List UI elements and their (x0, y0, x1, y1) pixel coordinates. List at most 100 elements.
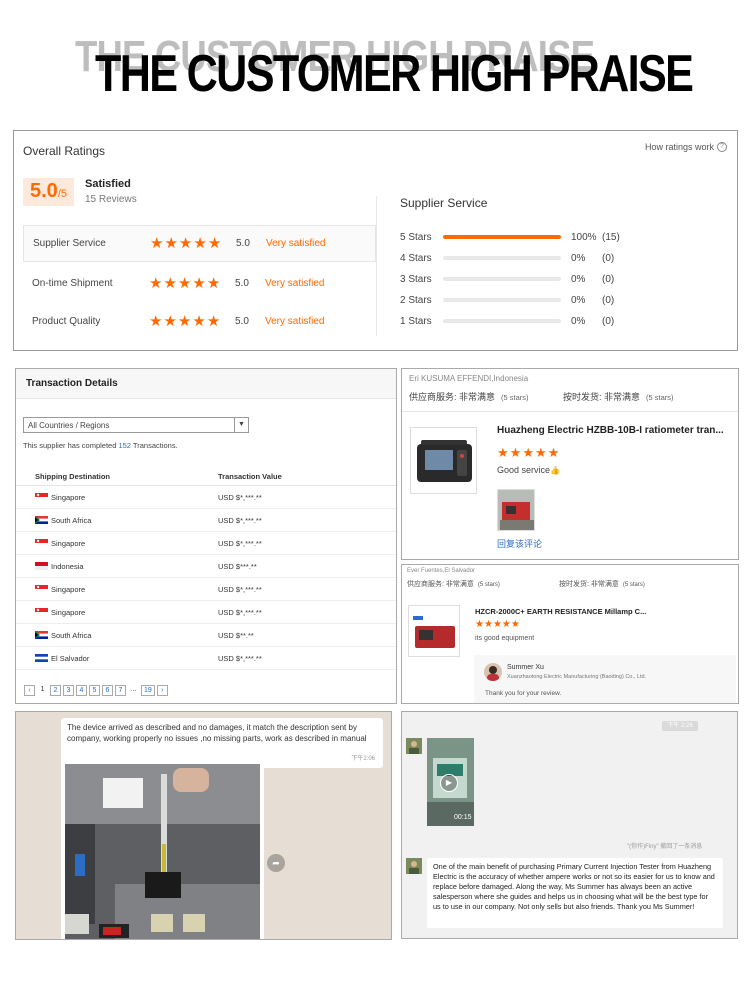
pagination: ‹ 1 2 3 4 5 6 7... 19 › (24, 685, 168, 696)
avatar[interactable] (406, 858, 422, 874)
region-select[interactable]: All Countries / Regions ▼ (23, 417, 249, 433)
review-card-1: Eri KUSUMA EFFENDI,Indonesia 供应商服务: 非常满意… (401, 368, 739, 560)
table-row: Singapore USD $*,***.** (16, 486, 396, 509)
lab-test-photo-icon (65, 764, 260, 939)
star-icon: ★ (150, 235, 164, 252)
distribution-title: Supplier Service (400, 196, 488, 210)
page-prev[interactable]: ‹ (24, 685, 35, 696)
country-name: South Africa (51, 631, 92, 640)
page-1[interactable]: 1 (37, 685, 48, 696)
chat-screenshot-2: 下午 2:26 ▶ 00:15 "(你作)Finy" 撤回了一条消息 One o… (401, 711, 738, 939)
chat-photo[interactable] (61, 760, 264, 939)
hero-banner: THE CUSTOMER HIGH PRAISE THE CUSTOMER HI… (0, 30, 750, 103)
forward-icon[interactable]: ➦ (267, 854, 285, 872)
page-7[interactable]: 7 (115, 685, 126, 696)
distribution-count: (0) (602, 294, 615, 306)
distribution-row-4: 4 Stars 0% (0) (400, 251, 614, 265)
review-comment: its good equipment (475, 635, 535, 642)
page-19[interactable]: 19 (141, 685, 155, 696)
chat-message-text: The device arrived as described and no d… (67, 723, 367, 743)
flag-el-salvador-icon (35, 654, 48, 662)
review-comment: Good service👍 (497, 465, 560, 475)
star-icon: ★ (192, 275, 206, 292)
avatar[interactable] (406, 738, 422, 754)
country-name: El Salvador (51, 654, 90, 663)
transaction-amount: USD $*,***.** (218, 654, 262, 663)
rating-row-on-time-shipment[interactable]: On-time Shipment ★ ★ ★ ★ ★ 5.0 Very satisfie… (23, 265, 376, 302)
time-pill: 下午 2:26 (662, 721, 698, 731)
page-3[interactable]: 3 (63, 685, 74, 696)
rating-label: Supplier Service (33, 238, 106, 249)
flag-singapore-icon (35, 539, 48, 547)
table-row: South Africa USD $**.** (16, 624, 396, 647)
country-name: Indonesia (51, 562, 84, 571)
rating-label: Product Quality (32, 316, 101, 327)
rating-row-product-quality[interactable]: Product Quality ★ ★ ★ ★ ★ 5.0 Very satisfied (23, 303, 376, 340)
overall-ratings-panel: Overall Ratings How ratings work ? 5.0 /… (13, 130, 738, 351)
distribution-label: 1 Stars (400, 315, 432, 327)
distribution-bar-fill (443, 235, 561, 239)
star-rating: ★ ★ ★ ★ ★ (149, 314, 235, 329)
how-ratings-label: How ratings work (644, 142, 714, 152)
table-row: Indonesia USD $***.** (16, 555, 396, 578)
star-icon: ★ (149, 275, 163, 292)
thumbs-up-icon: 👍 (550, 466, 560, 475)
table-row: Singapore USD $*,***.** (16, 532, 396, 555)
how-ratings-work-link[interactable]: How ratings work ? (645, 142, 727, 152)
meta-stars: (5 stars) (646, 393, 674, 402)
review-product-title[interactable]: Huazheng Electric HZBB-10B-I ratiometer … (497, 425, 733, 436)
rating-row-supplier-service[interactable]: Supplier Service ★ ★ ★ ★ ★ 5.0 Very satisfie… (23, 225, 376, 262)
distribution-row-5: 5 Stars 100% (15) (400, 230, 620, 244)
distribution-label: 2 Stars (400, 294, 432, 306)
star-icon: ★ (206, 275, 221, 292)
region-select-value: All Countries / Regions (28, 421, 110, 430)
star-icon: ★ (534, 445, 547, 460)
satisfaction-level: Satisfied (85, 178, 131, 190)
page-next[interactable]: › (156, 685, 168, 696)
meta-stars: (5 stars) (622, 582, 645, 588)
distribution-bar (443, 256, 561, 260)
message-time: 下午2:06 (351, 756, 375, 762)
reply-text: Thank you for your review. (485, 690, 562, 697)
score-badge: 5.0 /5 (23, 178, 74, 206)
page-6[interactable]: 6 (102, 685, 113, 696)
flag-indonesia-icon (35, 562, 48, 570)
country-name: Singapore (51, 539, 86, 548)
review-stars: ★ ★ ★ ★ ★ (475, 619, 520, 631)
distribution-label: 3 Stars (400, 273, 432, 285)
review-meta-shipment: 按时发货: 非常满意 (5 stars) (563, 390, 674, 403)
star-icon: ★ (178, 235, 193, 252)
flag-icon (35, 631, 48, 639)
star-rating: ★ ★ ★ ★ ★ (150, 236, 236, 251)
page-5[interactable]: 5 (89, 685, 100, 696)
meta-label: 按时发货: 非常满意 (563, 392, 641, 402)
person-icon (487, 666, 499, 681)
star-icon: ★ (164, 235, 178, 252)
review-stars: ★ ★ ★ ★ ★ (497, 445, 559, 460)
chat-video[interactable]: ▶ 00:15 (427, 738, 474, 826)
page-2[interactable]: 2 (50, 685, 61, 696)
product-thumbnail[interactable] (408, 605, 460, 657)
distribution-bar (443, 319, 561, 323)
play-icon[interactable]: ▶ (440, 774, 458, 792)
flag-icon (35, 493, 48, 501)
product-thumbnail[interactable] (410, 427, 477, 494)
review-product-title[interactable]: HZCR-2000C+ EARTH RESISTANCE Millamp C..… (475, 607, 646, 616)
review-photo[interactable] (497, 489, 535, 531)
distribution-count: (0) (602, 315, 615, 327)
review-meta-shipment: 按时发货: 非常满意 (5 stars) (559, 579, 645, 589)
page-ellipsis: ... (130, 686, 137, 693)
dropdown-arrow-icon[interactable]: ▼ (234, 418, 248, 432)
table-row: El Salvador USD $*,***.** (16, 647, 396, 670)
star-icon: ★ (192, 313, 206, 330)
rating-value: 5.0 (236, 238, 250, 249)
distribution-count: (0) (602, 252, 615, 264)
avatar (484, 663, 502, 681)
page-4[interactable]: 4 (76, 685, 87, 696)
distribution-percent: 100% (571, 231, 597, 243)
flag-icon (35, 516, 48, 524)
transaction-amount: USD $*,***.** (218, 516, 262, 525)
transaction-table-header: Shipping Destination Transaction Value (16, 464, 396, 486)
reply-to-review-link[interactable]: 回复该评论 (497, 537, 542, 550)
rating-label: On-time Shipment (32, 278, 113, 289)
